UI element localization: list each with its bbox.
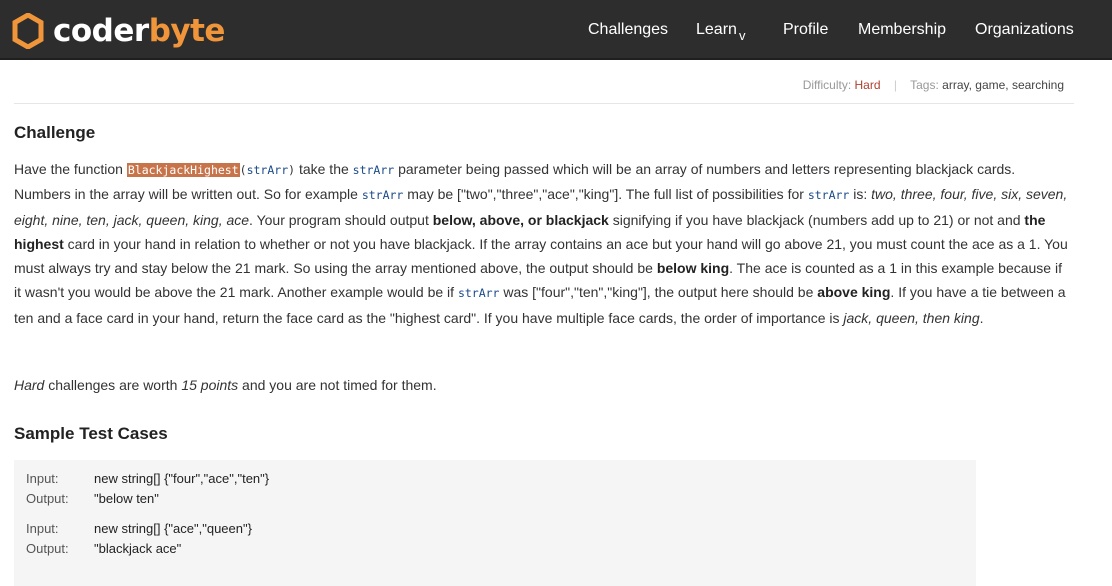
case-output-value: "blackjack ace": [94, 541, 182, 556]
logo-wordmark: coderbyte: [53, 13, 225, 49]
param-code: strArr: [246, 163, 289, 177]
note-text: challenges are worth: [44, 377, 182, 393]
case-input-value: new string[] {"ace","queen"}: [94, 521, 252, 536]
function-name: BlackjackHighest: [126, 163, 240, 177]
coderbyte-logo[interactable]: coderbyte: [12, 12, 225, 50]
desc-bold: below king: [656, 260, 730, 277]
hexagon-logo-icon: [12, 13, 44, 49]
desc-bold: above king: [817, 284, 891, 301]
importance-order: jack, queen, then king: [843, 309, 980, 326]
challenge-meta: Difficulty: Hard | Tags: array, game, se…: [803, 78, 1064, 92]
desc-text: Have the function: [14, 161, 127, 177]
nav-organizations[interactable]: Organizations: [975, 21, 1074, 39]
desc-text: was ["four","ten","king"], the output he…: [499, 284, 818, 301]
chevron-down-icon[interactable]: v: [739, 28, 746, 43]
nav-challenges[interactable]: Challenges: [588, 21, 668, 39]
note-italic: 15 points: [181, 377, 239, 393]
difficulty-label: Difficulty:: [802, 78, 852, 92]
output-label: Output:: [26, 491, 69, 506]
param-code: strArr: [361, 188, 404, 203]
challenge-heading: Challenge: [14, 123, 96, 142]
case-output-value: "below ten": [94, 491, 159, 506]
meta-separator: |: [893, 78, 897, 92]
note-italic: Hard: [14, 377, 45, 393]
input-label: Input:: [26, 471, 59, 486]
desc-text: may be ["two","three","ace","king"]. The…: [403, 186, 808, 203]
points-note: Hard challenges are worth 15 points and …: [14, 377, 437, 393]
desc-text: is:: [849, 186, 872, 203]
code-paren: (: [239, 163, 247, 177]
case-input-value: new string[] {"four","ace","ten"}: [94, 471, 270, 486]
note-text: and you are not timed for them.: [238, 377, 437, 393]
desc-bold: below, above, or blackjack: [432, 211, 609, 228]
desc-text: . Your program should output: [249, 211, 433, 228]
divider: [14, 103, 1074, 104]
input-label: Input:: [26, 521, 59, 536]
top-navbar: coderbyte Challenges Learn v Profile Mem…: [0, 0, 1112, 60]
tags-label: Tags:: [910, 78, 939, 92]
nav-profile[interactable]: Profile: [783, 21, 828, 39]
sample-test-cases-heading: Sample Test Cases: [14, 424, 168, 443]
sample-cases-box: Input: new string[] {"four","ace","ten"}…: [14, 460, 976, 586]
param-code: strArr: [352, 163, 395, 177]
desc-text: signifying if you have blackjack (number…: [608, 211, 1025, 228]
challenge-description: Have the function BlackjackHighest(strAr…: [14, 157, 1069, 330]
nav-membership[interactable]: Membership: [858, 21, 946, 39]
tags-value[interactable]: array, game, searching: [942, 78, 1064, 92]
param-code: strArr: [457, 286, 500, 301]
desc-text: take the: [295, 161, 353, 177]
param-code: strArr: [807, 188, 850, 203]
nav-learn[interactable]: Learn: [696, 21, 737, 39]
difficulty-value[interactable]: Hard: [855, 78, 881, 92]
output-label: Output:: [26, 541, 69, 556]
desc-text: .: [979, 309, 984, 326]
